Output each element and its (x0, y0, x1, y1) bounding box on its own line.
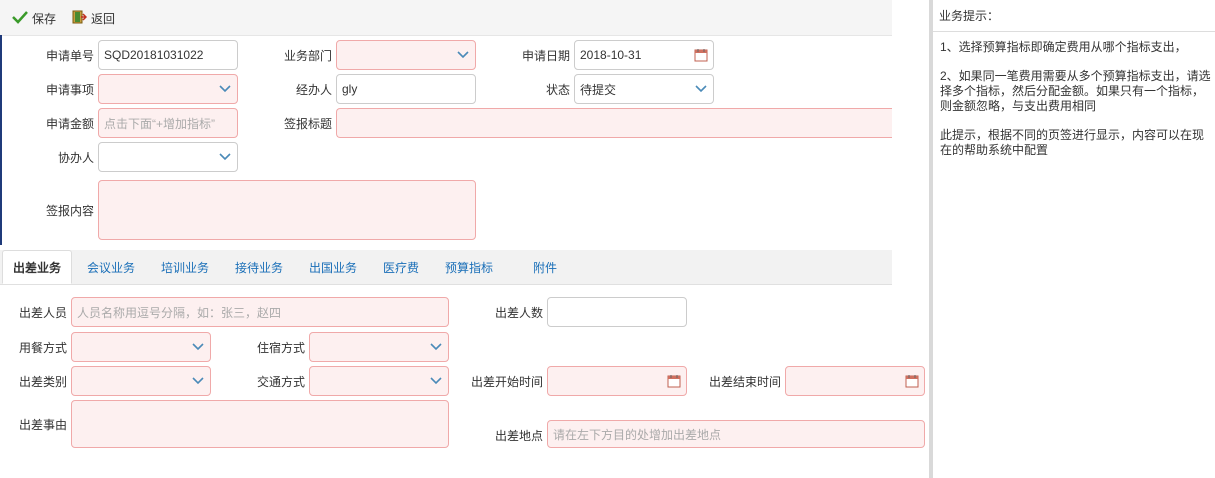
save-label: 保存 (32, 11, 57, 26)
count-field[interactable] (547, 297, 687, 327)
co-handler-label: 协办人 (57, 151, 94, 165)
panel-divider[interactable] (929, 0, 933, 478)
staff-label: 出差人员 (18, 306, 67, 320)
item-label: 申请事项 (45, 83, 94, 97)
chevron-down-icon (186, 333, 210, 361)
amount-label: 申请金额 (45, 117, 94, 131)
exit-door-icon (71, 9, 88, 28)
amount-placeholder: 点击下面“+增加指标” (104, 116, 216, 131)
meal-select[interactable] (71, 332, 211, 362)
place-placeholder: 请在左下方目的处增加出差地点 (553, 427, 722, 442)
tab-reception[interactable]: 接待业务 (235, 250, 283, 284)
chevron-down-icon (424, 367, 448, 395)
back-button[interactable]: 返回 (71, 9, 115, 27)
apply-date-label: 申请日期 (521, 49, 570, 63)
handler-label: 经办人 (295, 83, 332, 97)
apply-no-field[interactable]: SQD20181031022 (98, 40, 238, 70)
amount-field[interactable]: 点击下面“+增加指标” (98, 108, 238, 138)
save-button[interactable]: 保存 (12, 9, 56, 27)
status-select[interactable]: 待提交 (574, 74, 714, 104)
place-label: 出差地点 (494, 429, 543, 443)
lodging-label: 住宿方式 (256, 341, 305, 355)
status-value: 待提交 (580, 82, 617, 97)
sign-title-field[interactable] (336, 108, 892, 138)
toolbar: 保存 返回 (0, 0, 892, 36)
sign-content-textarea[interactable] (98, 180, 476, 240)
meal-label: 用餐方式 (18, 341, 67, 355)
tab-trip[interactable]: 出差业务 (2, 250, 72, 284)
place-field[interactable]: 请在左下方目的处增加出差地点 (547, 420, 925, 448)
transport-label: 交通方式 (256, 375, 305, 389)
handler-field[interactable]: gly (336, 74, 476, 104)
calendar-icon[interactable] (689, 41, 713, 69)
sign-content-label: 签报内容 (45, 204, 94, 218)
status-label: 状态 (545, 83, 570, 97)
chevron-down-icon (451, 41, 475, 69)
staff-field[interactable]: 人员名称用逗号分隔，如：张三，赵四 (71, 297, 449, 327)
dept-label: 业务部门 (283, 49, 332, 63)
co-handler-select[interactable] (98, 142, 238, 172)
sign-title-label: 签报标题 (283, 117, 332, 131)
chevron-down-icon (424, 333, 448, 361)
lodging-select[interactable] (309, 332, 449, 362)
hint-paragraph: 2、如果同一笔费用需要从多个预算指标支出，请选择多个指标，然后分配金额。如果只有… (940, 69, 1211, 113)
apply-no-label: 申请单号 (45, 49, 94, 63)
item-select[interactable] (98, 74, 238, 104)
end-label: 出差结束时间 (708, 375, 781, 389)
tab-meeting[interactable]: 会议业务 (87, 250, 135, 284)
chevron-down-icon (213, 143, 237, 171)
type-select[interactable] (71, 366, 211, 396)
reason-label: 出差事由 (18, 418, 67, 432)
accent-bar (0, 35, 2, 245)
reason-textarea[interactable] (71, 400, 449, 448)
hint-body: 1、选择预算指标即确定费用从哪个指标支出， 2、如果同一笔费用需要从多个预算指标… (940, 40, 1212, 172)
chevron-down-icon (213, 75, 237, 103)
calendar-icon[interactable] (900, 367, 924, 395)
type-label: 出差类别 (18, 375, 67, 389)
end-date-field[interactable] (785, 366, 925, 396)
back-label: 返回 (91, 11, 116, 26)
apply-date-field[interactable]: 2018-10-31 (574, 40, 714, 70)
handler-value: gly (342, 82, 358, 96)
check-icon (12, 10, 28, 27)
chevron-down-icon (689, 75, 713, 103)
tab-medical[interactable]: 医疗费 (383, 250, 419, 284)
hint-paragraph: 此提示，根据不同的页签进行显示，内容可以在现在的帮助系统中配置 (940, 128, 1205, 157)
tab-budget[interactable]: 预算指标 (445, 250, 493, 284)
calendar-icon[interactable] (662, 367, 686, 395)
dept-select[interactable] (336, 40, 476, 70)
tab-bar: 出差业务 会议业务 培训业务 接待业务 出国业务 医疗费 预算指标 附件 (0, 250, 892, 285)
apply-no-value: SQD20181031022 (104, 48, 204, 62)
tab-training[interactable]: 培训业务 (161, 250, 209, 284)
count-label: 出差人数 (494, 306, 543, 320)
staff-placeholder: 人员名称用逗号分隔，如：张三，赵四 (77, 305, 282, 320)
chevron-down-icon (186, 367, 210, 395)
start-label: 出差开始时间 (470, 375, 543, 389)
hint-title: 业务提示： (933, 0, 1215, 32)
transport-select[interactable] (309, 366, 449, 396)
tab-attachment[interactable]: 附件 (533, 250, 557, 284)
start-date-field[interactable] (547, 366, 687, 396)
hint-paragraph: 1、选择预算指标即确定费用从哪个指标支出， (940, 40, 1187, 54)
apply-date-value: 2018-10-31 (580, 48, 642, 62)
tab-abroad[interactable]: 出国业务 (309, 250, 357, 284)
